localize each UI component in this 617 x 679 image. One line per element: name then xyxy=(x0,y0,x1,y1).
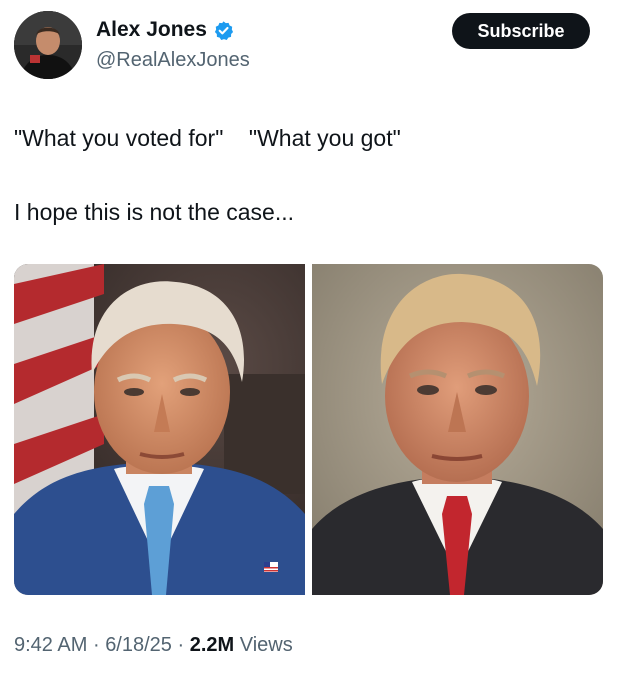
tweet-text-line-2: I hope this is not the case... xyxy=(14,199,294,225)
author-display-name[interactable]: Alex Jones xyxy=(96,18,207,42)
tweet-text-line-1: "What you voted for" "What you got" xyxy=(14,125,401,151)
media-grid xyxy=(14,264,603,595)
meta-separator: · xyxy=(92,634,100,656)
verified-badge-icon xyxy=(213,20,234,41)
photo-left[interactable] xyxy=(14,264,305,595)
subscribe-button[interactable]: Subscribe xyxy=(452,13,590,49)
author-handle[interactable]: @RealAlexJones xyxy=(96,48,250,72)
portrait-right-image xyxy=(312,264,603,595)
tweet-date[interactable]: 6/18/25 xyxy=(105,634,172,656)
tweet-time[interactable]: 9:42 AM xyxy=(14,634,87,656)
views-label: Views xyxy=(239,634,293,656)
tweet-meta: 9:42 AM · 6/18/25 · 2.2M Views xyxy=(14,632,293,658)
avatar[interactable] xyxy=(14,11,82,79)
portrait-left-image xyxy=(14,264,305,595)
avatar-image xyxy=(14,11,82,79)
views-count: 2.2M xyxy=(189,634,235,656)
photo-right[interactable] xyxy=(312,264,603,595)
author-name-row: Alex Jones xyxy=(96,18,234,42)
meta-separator: · xyxy=(177,634,185,656)
